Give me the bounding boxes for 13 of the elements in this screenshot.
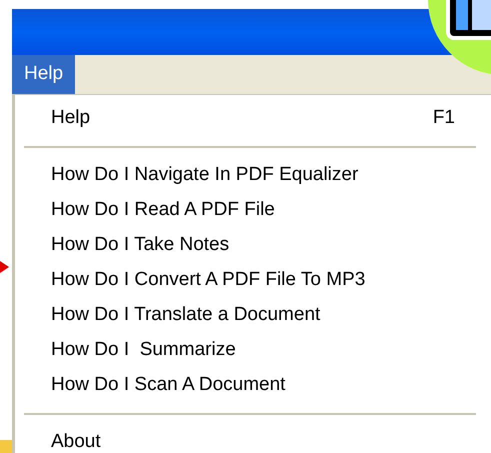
menu-item[interactable]: How Do I Translate a Document <box>15 298 485 333</box>
menu-item[interactable]: How Do I Read A PDF File <box>15 193 485 228</box>
shortcut-label: F1 <box>432 106 455 130</box>
menu-item[interactable]: About <box>15 425 485 453</box>
menu-item[interactable]: How Do I Summarize <box>15 333 485 368</box>
menu-item[interactable]: How Do I Take Notes <box>15 228 485 263</box>
menu-bar-item[interactable]: Help <box>12 55 76 94</box>
arrow-icon <box>0 261 9 273</box>
menu-item[interactable]: How Do I Scan A Document <box>15 368 485 403</box>
background-shape <box>0 440 12 453</box>
menu-item[interactable]: Help F1 <box>15 101 485 136</box>
menu-item[interactable]: How Do I Navigate In PDF Equalizer <box>15 158 485 193</box>
menu-item[interactable]: How Do I Convert A PDF File To MP3 <box>15 263 485 298</box>
